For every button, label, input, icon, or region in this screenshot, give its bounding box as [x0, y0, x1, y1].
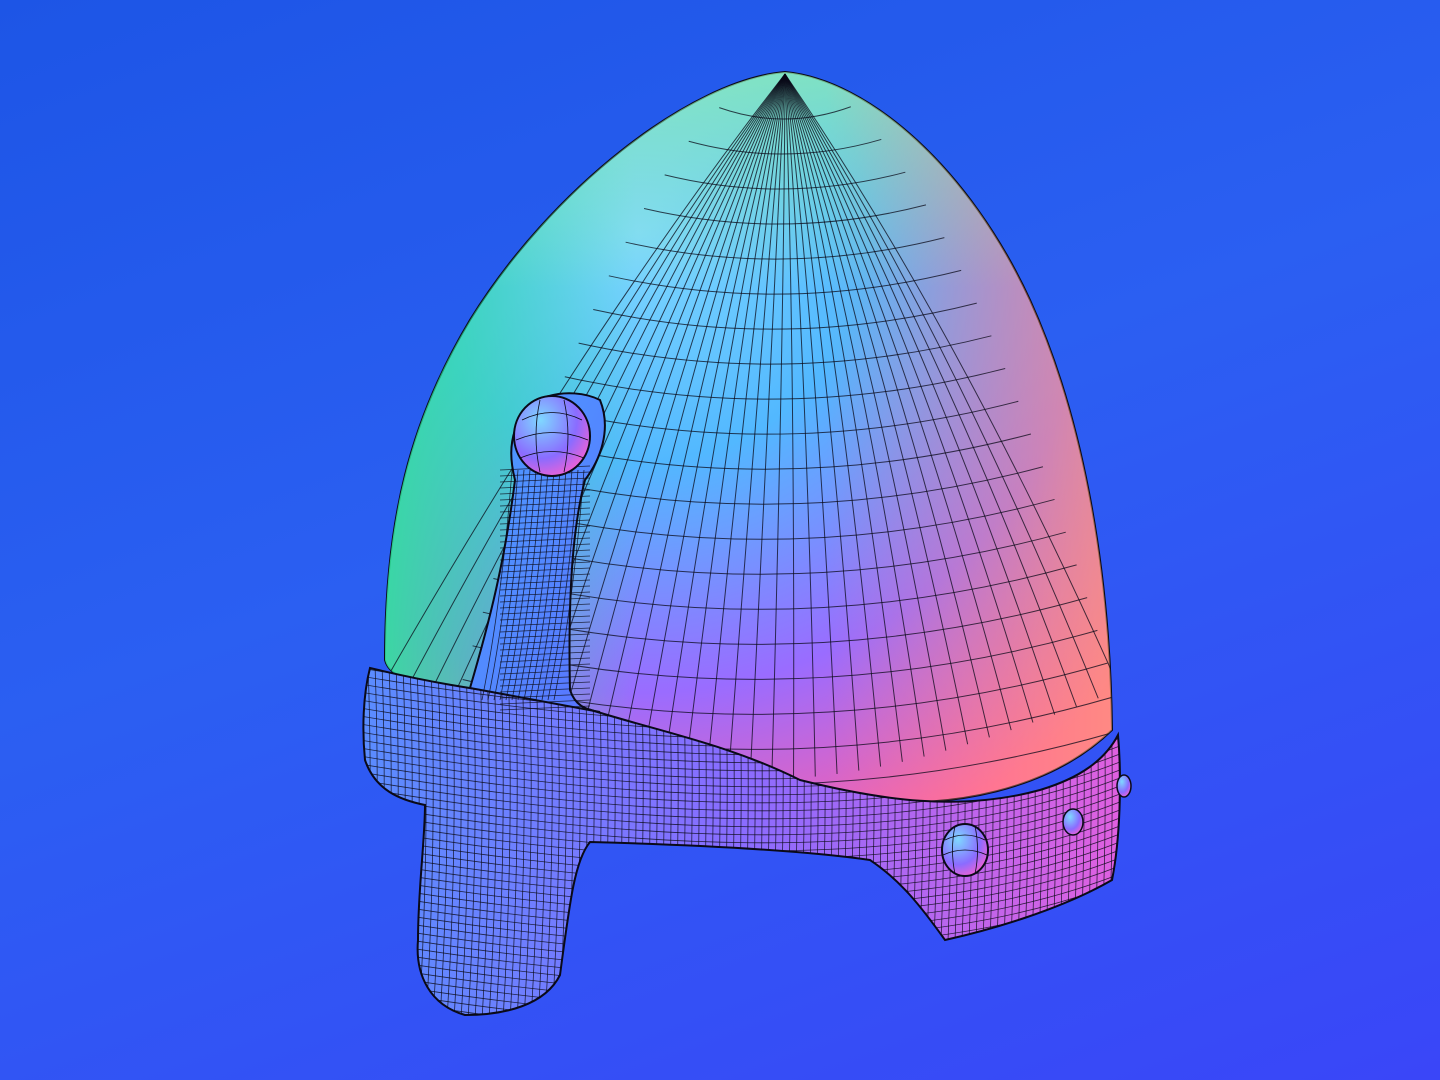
render-viewport: [0, 0, 1440, 1080]
rivet-band-side: [1062, 808, 1084, 836]
wire-line: [363, 1007, 1121, 1015]
rivet-band-back: [1116, 774, 1132, 798]
wire-line: [360, 1016, 1125, 1075]
wire-line: [1118, 668, 1121, 1015]
helmet-render: [360, 70, 1133, 1080]
rivet-top: [513, 395, 591, 477]
rivet-band-front: [941, 823, 989, 877]
wire-line: [1126, 640, 1133, 1020]
wire-line: [360, 1032, 1125, 1080]
wire-line: [363, 668, 364, 1015]
wire-line: [360, 1024, 1125, 1080]
wire-line: [360, 1040, 1125, 1080]
